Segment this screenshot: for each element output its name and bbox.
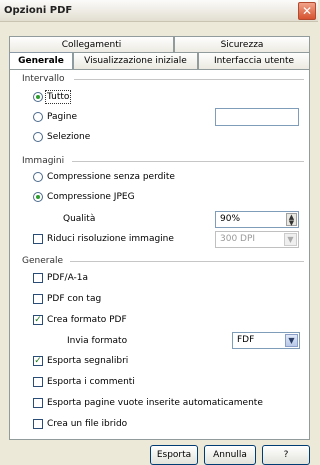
quality-label: Qualità [63, 213, 96, 224]
spin-updown-icon[interactable]: ▲ ▼ [286, 213, 297, 227]
blank-pages-label: Esporta pagine vuote inserite automatica… [47, 397, 263, 408]
send-format-label: Invia formato [67, 335, 128, 346]
resolution-select[interactable]: 300 DPI ▼ [215, 231, 299, 248]
radio-pagine[interactable]: Pagine [33, 110, 77, 123]
checkbox-checked-icon: ✓ [33, 314, 43, 325]
bookmarks-label: Esporta segnalibri [47, 355, 129, 366]
separator [74, 79, 304, 80]
separator [70, 261, 304, 262]
comments-label: Esporta i commenti [47, 376, 135, 387]
radio-selezione[interactable]: Selezione [33, 130, 90, 143]
tab-visualizzazione-iniziale[interactable]: Visualizzazione iniziale [73, 52, 198, 69]
chevron-down-icon[interactable]: ▼ [284, 233, 297, 246]
tab-interfaccia-utente[interactable]: Interfaccia utente [198, 52, 310, 69]
checkbox-pdfa[interactable]: PDF/A-1a [33, 271, 88, 284]
radio-selected-icon [33, 91, 43, 102]
radio-lossless-label: Compressione senza perdite [47, 171, 175, 182]
send-format-label-row: Invia formato [67, 334, 127, 347]
resolution-value: 300 DPI [220, 234, 256, 244]
section-intervallo: Intervallo [22, 74, 65, 84]
tab-generale[interactable]: Generale [9, 52, 73, 70]
close-button[interactable]: ✕ [298, 2, 316, 20]
radio-selected-icon [33, 191, 43, 202]
quality-label-row: Qualità [63, 212, 95, 225]
radio-icon [33, 131, 43, 142]
export-button[interactable]: Esporta [150, 445, 198, 465]
tab-sicurezza[interactable]: Sicurezza [174, 36, 310, 53]
checkbox-unchecked-icon [33, 233, 43, 244]
chevron-down-icon[interactable]: ▼ [285, 334, 298, 347]
quality-spinbox[interactable]: 90% ▲ ▼ [215, 211, 299, 228]
separator [72, 161, 304, 162]
pages-input[interactable] [215, 108, 299, 126]
radio-compressione-senza-perdite[interactable]: Compressione senza perdite [33, 170, 175, 183]
create-form-label: Crea formato PDF [47, 314, 127, 325]
radio-jpeg-label: Compressione JPEG [47, 191, 135, 202]
checkbox-riduci-risoluzione[interactable]: Riduci risoluzione immagine [33, 232, 174, 245]
tab-panel-generale: Intervallo Tutto Pagine Selezione Immagi… [9, 69, 310, 440]
window-title: Opzioni PDF [4, 5, 73, 16]
checkbox-unchecked-icon [33, 376, 43, 387]
pdfa-label: PDF/A-1a [47, 272, 89, 283]
checkbox-unchecked-icon [33, 418, 43, 429]
section-immagini: Immagini [22, 156, 65, 166]
checkbox-pdf-con-tag[interactable]: PDF con tag [33, 292, 101, 305]
radio-compressione-jpeg[interactable]: Compressione JPEG [33, 190, 135, 203]
section-generale: Generale [22, 256, 64, 266]
quality-value: 90% [220, 214, 241, 224]
radio-selezione-label: Selezione [47, 131, 91, 142]
checkbox-unchecked-icon [33, 397, 43, 408]
hybrid-label: Crea un file ibrido [47, 418, 128, 429]
reduce-resolution-label: Riduci risoluzione immagine [47, 233, 174, 244]
send-format-value: FDF [237, 335, 255, 345]
tab-collegamenti[interactable]: Collegamenti [9, 36, 174, 53]
checkbox-esporta-commenti[interactable]: Esporta i commenti [33, 375, 135, 388]
dialog-client: Collegamenti Sicurezza Generale Visualiz… [0, 22, 318, 465]
checkbox-esporta-segnalibri[interactable]: ✓ Esporta segnalibri [33, 354, 128, 367]
tagged-pdf-label: PDF con tag [47, 293, 102, 304]
cancel-button[interactable]: Annulla [204, 445, 256, 465]
checkbox-unchecked-icon [33, 293, 43, 304]
radio-icon [33, 171, 43, 182]
radio-tutto-label: Tutto [44, 89, 72, 104]
checkbox-crea-formato-pdf[interactable]: ✓ Crea formato PDF [33, 313, 127, 326]
checkbox-unchecked-icon [33, 272, 43, 283]
radio-pagine-label: Pagine [47, 111, 77, 122]
radio-icon [33, 111, 43, 122]
checkbox-file-ibrido[interactable]: Crea un file ibrido [33, 417, 127, 430]
help-button[interactable]: ? [262, 445, 310, 465]
checkbox-checked-icon: ✓ [33, 355, 43, 366]
checkbox-pagine-vuote[interactable]: Esporta pagine vuote inserite automatica… [33, 396, 263, 409]
send-format-select[interactable]: FDF ▼ [232, 332, 300, 349]
radio-tutto[interactable]: Tutto [33, 89, 72, 104]
title-bar: Opzioni PDF ✕ [0, 0, 318, 22]
